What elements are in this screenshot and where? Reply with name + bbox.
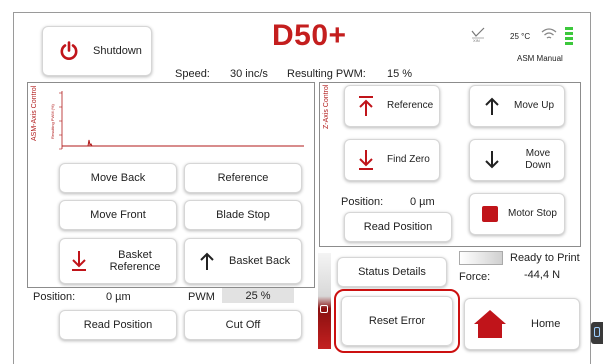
temperature-readout: 25 °C bbox=[510, 32, 531, 41]
basket-back-label: Basket Back bbox=[229, 255, 291, 267]
speed-label: Speed: bbox=[175, 68, 210, 80]
side-tab-icon bbox=[594, 327, 600, 337]
move-up-label: Move Up bbox=[514, 100, 555, 111]
z-reference-button[interactable]: Reference bbox=[344, 85, 440, 127]
basket-reference-button[interactable]: Basket Reference bbox=[59, 238, 177, 284]
red-level-indicator bbox=[318, 253, 331, 349]
blade-stop-label: Blade Stop bbox=[216, 209, 270, 221]
wifi-icon bbox=[541, 27, 557, 41]
speed-value: 30 inc/s bbox=[230, 68, 268, 80]
arrow-down-bar-icon bbox=[70, 250, 88, 272]
asm-read-position-label: Read Position bbox=[83, 319, 153, 331]
shutdown-button[interactable]: Shutdown bbox=[42, 26, 152, 76]
basket-back-button[interactable]: Basket Back bbox=[184, 238, 302, 284]
asm-pwm-value: 25 % bbox=[245, 289, 271, 302]
pwm-chart bbox=[38, 87, 308, 155]
move-front-button[interactable]: Move Front bbox=[59, 200, 177, 230]
pwm-chart-ylabel: Resulting PWM (%) bbox=[50, 104, 55, 139]
motor-stop-button[interactable]: Motor Stop bbox=[469, 193, 565, 235]
arrow-down-icon bbox=[484, 150, 500, 170]
asm-pwm-field: 25 % bbox=[222, 288, 294, 303]
resulting-pwm-label: Resulting PWM: bbox=[287, 68, 366, 80]
shutdown-label: Shutdown bbox=[93, 45, 142, 57]
asm-reference-button[interactable]: Reference bbox=[184, 163, 302, 193]
reset-error-button[interactable]: Reset Error bbox=[334, 289, 460, 353]
move-up-button[interactable]: Move Up bbox=[469, 85, 565, 127]
battery-icon bbox=[565, 27, 573, 47]
mode-indicator: ASM Manual bbox=[517, 54, 563, 63]
basket-reference-label: Basket Reference bbox=[109, 249, 161, 273]
page-title: D50+ bbox=[272, 19, 347, 52]
machine-control-screen: Shutdown D50+ Speed: 30 inc/s Resulting … bbox=[13, 12, 591, 364]
ready-to-print-label: Ready to Print bbox=[510, 252, 580, 264]
ready-progress-bar bbox=[459, 251, 503, 265]
arrow-up-icon bbox=[484, 96, 500, 116]
status-details-button[interactable]: Status Details bbox=[337, 257, 447, 287]
force-value: -44,4 N bbox=[524, 269, 561, 281]
connection-status-text: XIN bbox=[473, 38, 480, 43]
asm-pwm-label: PWM bbox=[188, 291, 215, 303]
asm-position-value: 0 µm bbox=[106, 291, 131, 303]
home-label: Home bbox=[531, 318, 561, 330]
z-read-position-button[interactable]: Read Position bbox=[344, 212, 452, 242]
stop-square-icon bbox=[482, 206, 498, 222]
home-icon bbox=[473, 309, 507, 339]
blade-stop-button[interactable]: Blade Stop bbox=[184, 200, 302, 230]
reset-error-label: Reset Error bbox=[368, 315, 426, 327]
asm-axis-title: ASM-Axis Control bbox=[31, 85, 38, 141]
move-back-button[interactable]: Move Back bbox=[59, 163, 177, 193]
move-back-label: Move Back bbox=[90, 172, 146, 184]
side-panel-tab[interactable] bbox=[591, 322, 603, 344]
move-down-label: Move Down bbox=[525, 148, 551, 171]
find-zero-button[interactable]: Find Zero bbox=[344, 139, 440, 181]
connection-status-icon: XIN bbox=[471, 27, 485, 45]
z-reference-label: Reference bbox=[387, 100, 434, 111]
force-label: Force: bbox=[459, 271, 491, 283]
reset-error-inner: Reset Error bbox=[341, 296, 453, 346]
z-position-label: Position: bbox=[341, 196, 384, 208]
asm-reference-label: Reference bbox=[217, 172, 269, 184]
asm-read-position-button[interactable]: Read Position bbox=[59, 310, 177, 340]
home-button[interactable]: Home bbox=[464, 298, 580, 350]
arrow-up-bar-icon bbox=[357, 95, 375, 117]
arrow-down-bar-icon bbox=[357, 149, 375, 171]
z-axis-title: Z-Axis Control bbox=[323, 84, 330, 129]
move-front-label: Move Front bbox=[90, 209, 146, 221]
z-position-value: 0 µm bbox=[410, 196, 435, 208]
cut-off-label: Cut Off bbox=[225, 319, 261, 331]
arrow-up-icon bbox=[199, 251, 215, 271]
cut-off-button[interactable]: Cut Off bbox=[184, 310, 302, 340]
motor-stop-label: Motor Stop bbox=[508, 208, 557, 219]
find-zero-label: Find Zero bbox=[387, 154, 430, 165]
asm-position-label: Position: bbox=[33, 291, 76, 303]
power-icon bbox=[59, 41, 79, 61]
status-details-label: Status Details bbox=[358, 266, 426, 278]
resulting-pwm-value: 15 % bbox=[387, 68, 413, 80]
z-read-position-label: Read Position bbox=[363, 221, 433, 233]
indicator-marker bbox=[320, 305, 328, 313]
move-down-button[interactable]: Move Down bbox=[469, 139, 565, 181]
